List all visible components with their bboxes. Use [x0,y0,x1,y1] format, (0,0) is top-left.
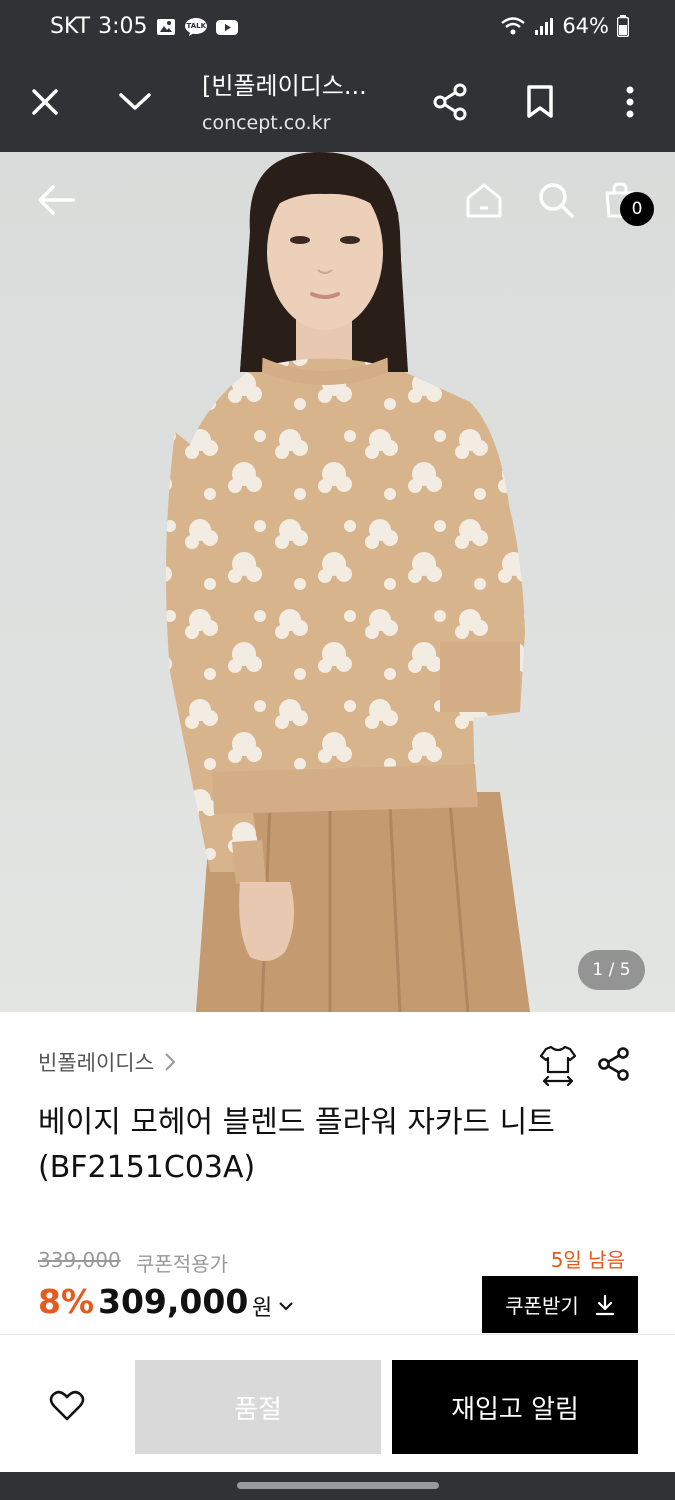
close-icon [32,89,58,115]
share-button[interactable] [426,78,474,126]
original-price: 339,000 [38,1248,121,1272]
more-vertical-icon [626,86,634,118]
sold-out-button: 품절 [135,1360,381,1454]
battery-icon [617,15,629,37]
home-gesture-handle[interactable] [237,1482,439,1489]
chevron-down-icon [279,1302,293,1311]
status-right: 64% [500,14,629,38]
product-title: 베이지 모헤어 블렌드 플라워 자카드 니트 (BF2151C03A) [38,1105,555,1185]
close-button[interactable] [21,78,69,126]
carrier-label: SKT [50,14,91,39]
size-guide-icon [539,1045,577,1087]
restock-alert-button[interactable]: 재입고 알림 [392,1360,638,1454]
home-icon [466,183,502,218]
more-options-button[interactable] [606,78,654,126]
arrow-left-icon [38,185,75,215]
product-share-button[interactable] [596,1046,636,1086]
search-icon [539,183,574,218]
page-title: [빈폴레이디스... [202,72,367,100]
heart-icon [49,1390,85,1421]
bookmark-icon [527,85,553,118]
image-page-indicator: 1 / 5 [578,950,645,990]
discount-rate: 8% [38,1282,95,1321]
url-display[interactable]: concept.co.kr [202,112,402,134]
chevron-right-icon [165,1053,176,1071]
cart-count-badge: 0 [620,192,654,226]
back-button[interactable] [34,178,78,222]
share-icon [433,83,467,121]
battery-percent: 64% [562,14,609,38]
search-button[interactable] [534,178,578,222]
youtube-icon [215,19,238,35]
product-photo [166,152,530,1012]
coupon-days-left: 5일 남음 [550,1248,625,1272]
browser-toolbar: [빈폴레이디스... concept.co.kr [0,54,675,152]
coupon-price-label: 쿠폰적용가 [136,1252,228,1276]
minimize-button[interactable] [111,78,159,126]
share-icon [598,1047,629,1081]
bookmark-button[interactable] [516,78,564,126]
talk-badge-text: TALK [186,21,207,30]
brand-link[interactable]: 빈폴레이디스 [38,1047,176,1077]
currency-label: 원 [252,1296,273,1321]
brand-name: 빈폴레이디스 [38,1051,154,1075]
status-bar: SKT 3:05 TALK 64% [0,0,675,54]
price-detail-toggle[interactable]: 원 [252,1290,294,1322]
wishlist-button[interactable] [44,1383,90,1429]
system-navigation-bar [0,1472,675,1500]
coupon-button-label: 쿠폰받기 [505,1294,579,1318]
wifi-icon [501,17,526,35]
sale-price: 309,000 [98,1282,249,1321]
clock: 3:05 [98,14,148,39]
download-coupon-button[interactable]: 쿠폰받기 [482,1276,638,1333]
download-icon [595,1294,614,1315]
status-left: SKT 3:05 TALK [50,14,238,39]
kakaotalk-icon: TALK [184,17,208,37]
size-guide-button[interactable] [538,1044,578,1087]
signal-icon [535,18,554,35]
purchase-bar: 품절 재입고 알림 [0,1334,675,1472]
gallery-icon [156,18,175,35]
product-image-carousel[interactable] [0,152,675,1012]
chevron-down-icon [119,93,151,110]
home-button[interactable] [462,178,506,222]
